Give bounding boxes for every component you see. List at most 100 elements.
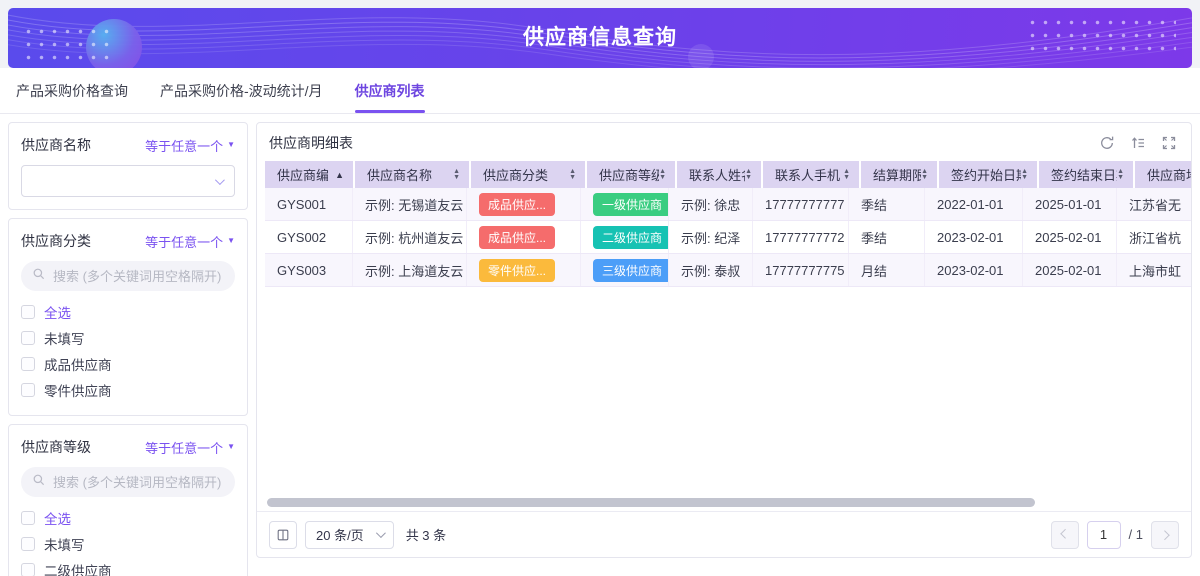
option-label: 零件供应商 [44, 380, 112, 400]
option-label: 全选 [44, 302, 71, 322]
column-header-4[interactable]: 联系人姓名▲▼ [677, 161, 761, 188]
sort-icon: ▲▼ [1021, 169, 1028, 181]
column-label: 供应商编码 [277, 165, 328, 184]
sort-down-icon: ▼ [745, 175, 752, 181]
sort-down-icon: ▼ [921, 175, 928, 181]
row-height-icon[interactable] [1130, 135, 1146, 151]
prev-page-button[interactable] [1051, 521, 1079, 549]
filter-operator-dropdown[interactable]: 等于任意一个▼ [145, 438, 235, 457]
table-row-GYS002[interactable]: GYS002示例: 杭州道友云成品供应...二级供应商示例: 纪泽1777777… [265, 221, 1191, 254]
table-row-GYS001[interactable]: GYS001示例: 无锡道友云成品供应...一级供应商示例: 徐忠1777777… [265, 188, 1191, 221]
caret-down-icon: ▼ [227, 443, 235, 451]
current-page-input[interactable] [1087, 521, 1121, 549]
option-label: 未填写 [44, 328, 85, 348]
column-header-0[interactable]: 供应商编码▲ [265, 161, 353, 188]
column-header-7[interactable]: 签约开始日期▲▼ [939, 161, 1037, 188]
sort-icon: ▲▼ [745, 169, 752, 181]
supplier-category-search-input[interactable] [53, 269, 224, 284]
column-header-5[interactable]: 联系人手机▲▼ [763, 161, 859, 188]
column-toggle-button[interactable] [269, 521, 297, 549]
filter-sidebar: 供应商名称等于任意一个▼供应商分类等于任意一个▼全选未填写成品供应商零件供应商供… [8, 122, 248, 576]
checkbox-option-supplier-category-0[interactable]: 全选 [21, 299, 235, 325]
sort-icon: ▲▼ [921, 169, 928, 181]
column-label: 供应商名称 [367, 165, 432, 184]
cell-address: 江苏省无 [1117, 188, 1191, 220]
column-header-6[interactable]: 结算期限▲▼ [861, 161, 937, 188]
status-badge: 零件供应... [479, 259, 555, 282]
checkbox [21, 357, 35, 371]
cell-phone: 17777777775 [753, 254, 849, 286]
chevron-down-icon [376, 528, 386, 538]
checkbox-option-supplier-level-0[interactable]: 全选 [21, 505, 235, 531]
page-total-label: / 1 [1129, 527, 1143, 542]
table-body: GYS001示例: 无锡道友云成品供应...一级供应商示例: 徐忠1777777… [265, 188, 1183, 287]
filter-operator-dropdown[interactable]: 等于任意一个 ▼ [145, 136, 235, 155]
status-badge: 三级供应商 [593, 259, 669, 282]
column-label: 联系人手机 [775, 165, 840, 184]
total-count-label: 共 3 条 [406, 525, 446, 544]
pagination-right: / 1 [1051, 521, 1179, 549]
horizontal-scrollbar[interactable] [267, 497, 1181, 509]
column-header-9[interactable]: 供应商地址 [1135, 161, 1191, 188]
column-header-1[interactable]: 供应商名称▲▼ [355, 161, 469, 188]
cell-sign_end: 2025-02-01 [1023, 221, 1117, 253]
cell-sign_start: 2023-02-01 [925, 254, 1023, 286]
page-size-select[interactable]: 20 条/页 [305, 521, 394, 549]
table-panel-header: 供应商明细表 [257, 123, 1191, 161]
checkbox-option-supplier-category-3[interactable]: 零件供应商 [21, 377, 235, 403]
scrollbar-thumb[interactable] [267, 498, 1035, 507]
cell-category: 零件供应... [467, 254, 581, 286]
filter-operator-dropdown[interactable]: 等于任意一个▼ [145, 232, 235, 251]
filter-operator-label: 等于任意一个 [145, 136, 223, 155]
column-header-3[interactable]: 供应商等级▲▼ [587, 161, 675, 188]
checkbox-option-supplier-level-2[interactable]: 二级供应商 [21, 557, 235, 576]
table-row-GYS003[interactable]: GYS003示例: 上海道友云零件供应...三级供应商示例: 泰叔1777777… [265, 254, 1191, 287]
checkbox-option-supplier-category-2[interactable]: 成品供应商 [21, 351, 235, 377]
cell-level: 一级供应商 [581, 188, 669, 220]
next-page-button[interactable] [1151, 521, 1179, 549]
sort-icon: ▲▼ [843, 169, 850, 181]
cell-category: 成品供应... [467, 221, 581, 253]
page-size-label: 20 条/页 [316, 525, 364, 544]
supplier-level-search-input[interactable] [53, 475, 224, 490]
sort-down-icon: ▼ [1021, 175, 1028, 181]
table-title: 供应商明细表 [269, 133, 353, 153]
checkbox [21, 331, 35, 345]
tab-product-purchase-price-fluctuation-monthly[interactable]: 产品采购价格-波动统计/月 [160, 68, 323, 113]
filter-title: 供应商名称 [21, 135, 91, 155]
chevron-right-icon [1159, 530, 1169, 540]
fullscreen-icon[interactable] [1161, 135, 1177, 151]
cell-settlement: 季结 [849, 221, 925, 253]
column-header-2[interactable]: 供应商分类▲▼ [471, 161, 585, 188]
search-icon [32, 473, 46, 492]
column-header-8[interactable]: 签约结束日期▲▼ [1039, 161, 1133, 188]
supplier-name-select[interactable] [21, 165, 235, 197]
column-label: 签约结束日期 [1051, 165, 1117, 184]
cell-settlement: 月结 [849, 254, 925, 286]
cell-contact: 示例: 泰叔 [669, 254, 753, 286]
filter-card-supplier-level: 供应商等级等于任意一个▼全选未填写二级供应商三级供应商一级供应商 [8, 424, 248, 576]
checkbox-option-supplier-category-1[interactable]: 未填写 [21, 325, 235, 351]
cell-phone: 17777777772 [753, 221, 849, 253]
cell-sign_end: 2025-01-01 [1023, 188, 1117, 220]
content-sheet: 产品采购价格查询产品采购价格-波动统计/月供应商列表 供应商名称等于任意一个▼供… [0, 68, 1200, 576]
sort-down-icon: ▼ [659, 175, 666, 181]
tab-product-purchase-price-query[interactable]: 产品采购价格查询 [16, 68, 128, 113]
sort-icon: ▲▼ [1117, 169, 1124, 181]
column-label: 供应商地址 [1147, 165, 1191, 184]
tab-supplier-list[interactable]: 供应商列表 [355, 68, 425, 113]
column-label: 供应商分类 [483, 165, 548, 184]
filter-title: 供应商等级 [21, 437, 91, 457]
option-label: 未填写 [44, 534, 85, 554]
table-toolbar [1099, 135, 1177, 151]
cell-address: 上海市虹 [1117, 254, 1191, 286]
refresh-icon[interactable] [1099, 135, 1115, 151]
checkbox [21, 511, 35, 525]
table-header-row: 供应商编码▲供应商名称▲▼供应商分类▲▼供应商等级▲▼联系人姓名▲▼联系人手机▲… [265, 161, 1191, 188]
filter-card-header: 供应商分类等于任意一个▼ [21, 231, 235, 251]
sort-down-icon: ▼ [569, 175, 576, 181]
checkbox-option-supplier-level-1[interactable]: 未填写 [21, 531, 235, 557]
status-badge: 成品供应... [479, 193, 555, 216]
search-icon [32, 267, 46, 286]
caret-down-icon: ▼ [227, 141, 235, 149]
